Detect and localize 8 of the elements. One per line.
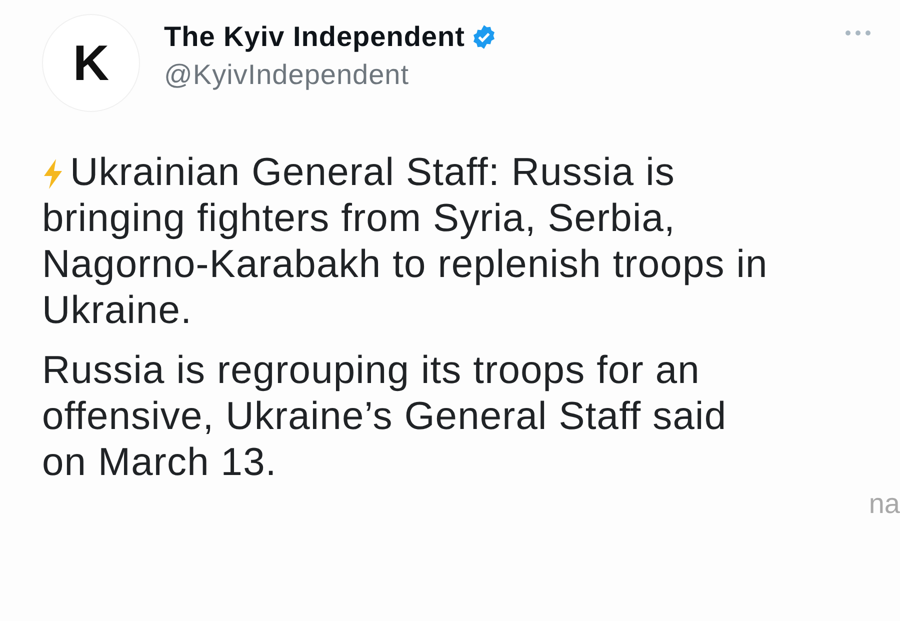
tweet-text: Ukrainian General Staff: Russia is bringing fighters from Syria, Serbia, Nagorno-Karabakh to replenish troops in Ukraine. bbox=[42, 150, 769, 334]
background-text: na bbox=[868, 488, 900, 520]
author-name[interactable]: The Kyiv Independent bbox=[164, 21, 465, 53]
lightning-icon bbox=[42, 159, 64, 189]
author-handle[interactable]: @KyivIndependent bbox=[164, 59, 820, 91]
more-options-icon[interactable] bbox=[844, 29, 872, 37]
avatar[interactable]: K bbox=[42, 14, 140, 112]
tweet-text: Russia is regrouping its troops for an offensive, Ukraine’s General Staff said on March 13. bbox=[42, 348, 728, 486]
